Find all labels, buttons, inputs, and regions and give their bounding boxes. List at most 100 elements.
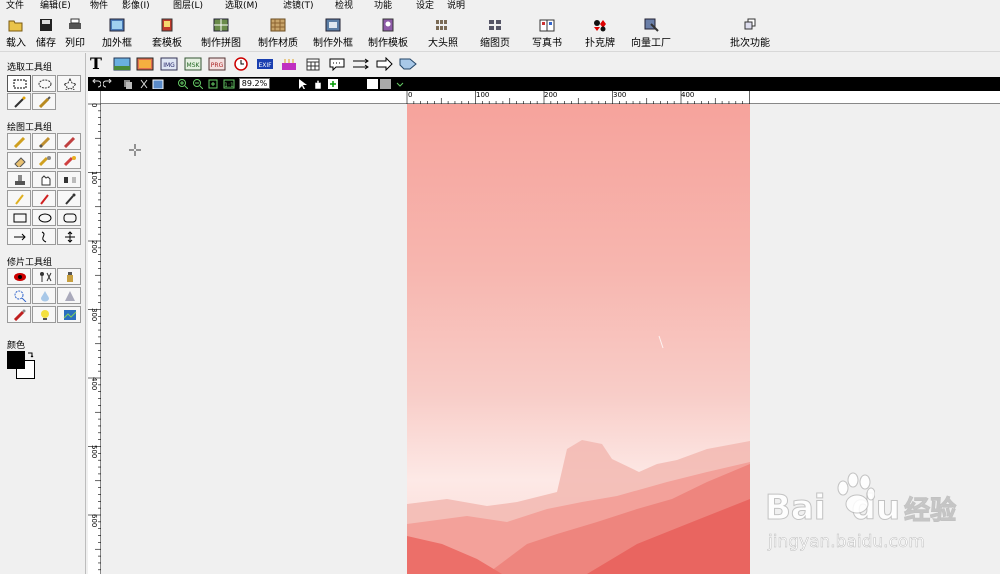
apply-template-button[interactable]: 套模板	[150, 18, 184, 49]
red-pen-tool[interactable]	[32, 190, 56, 207]
hand-smudge-tool[interactable]	[32, 171, 56, 188]
ellipse-select-tool[interactable]	[32, 75, 56, 92]
crosshair-cursor-icon	[129, 144, 141, 156]
brush-tool[interactable]	[32, 133, 56, 150]
dropdown-arrow-icon[interactable]	[395, 79, 405, 89]
zoom-out-icon[interactable]	[193, 79, 203, 89]
save-label: 储存	[36, 38, 56, 49]
undo-icon[interactable]	[91, 79, 101, 89]
img-button[interactable]: IMG	[160, 57, 178, 73]
makeup-brush-tool[interactable]	[7, 306, 31, 323]
fit-window-icon[interactable]	[208, 79, 218, 89]
menu-select[interactable]: 选取(M)	[225, 0, 258, 13]
photo-effect-tool[interactable]	[57, 306, 81, 323]
sharpen-tool[interactable]	[57, 287, 81, 304]
clock-button[interactable]	[232, 57, 250, 73]
curve-tool[interactable]	[32, 228, 56, 245]
copy-icon[interactable]	[123, 79, 133, 89]
menu-object[interactable]: 物件	[90, 0, 108, 13]
gray-swatch[interactable]	[380, 79, 391, 89]
airbrush-tool[interactable]	[57, 133, 81, 150]
bottle-icon	[67, 272, 73, 282]
draw-group-title: 绘图工具组	[7, 123, 53, 133]
cake-button[interactable]	[280, 57, 298, 73]
color-brush-tool[interactable]	[57, 152, 81, 169]
menu-image[interactable]: 影像(I)	[122, 0, 150, 13]
ellipse-tool[interactable]	[32, 209, 56, 226]
cut-icon[interactable]	[139, 79, 149, 89]
brighten-tool[interactable]	[32, 306, 56, 323]
photo-book-button[interactable]: 写真书	[530, 18, 564, 49]
redo-icon[interactable]	[103, 79, 113, 89]
white-swatch[interactable]	[367, 79, 378, 89]
image-object-button[interactable]	[113, 57, 131, 73]
thumbnail-page-button[interactable]: 缩图页	[478, 18, 512, 49]
cutout-tool[interactable]	[32, 268, 56, 285]
gradient-tool[interactable]	[57, 171, 81, 188]
make-texture-button[interactable]: 制作材质	[256, 18, 300, 49]
make-puzzle-button[interactable]: 制作拼图	[199, 18, 243, 49]
menu-edit[interactable]: 编辑(E)	[40, 0, 71, 13]
menu-help[interactable]: 说明	[447, 0, 465, 13]
move-tool[interactable]	[57, 228, 81, 245]
texture-icon	[270, 18, 286, 32]
batch-button[interactable]: 批次功能	[729, 18, 771, 49]
rectangle-tool[interactable]	[7, 209, 31, 226]
vector-factory-button[interactable]: 向量工厂	[630, 18, 672, 49]
id-photo-icon	[436, 20, 447, 30]
actual-size-icon[interactable]: 1:1	[223, 79, 235, 89]
make-template-button[interactable]: 制作模板	[366, 18, 410, 49]
svg-text:IMG: IMG	[163, 62, 175, 69]
magic-wand-tool[interactable]	[7, 93, 31, 110]
menu-file[interactable]: 文件	[6, 0, 24, 13]
poker-card-button[interactable]: 扑克牌	[583, 18, 617, 49]
speech-bubble-button[interactable]	[328, 57, 346, 73]
pencil-tool[interactable]	[7, 133, 31, 150]
swap-colors-icon[interactable]	[27, 351, 35, 359]
menu-filter[interactable]: 滤镜(T)	[283, 0, 314, 13]
rounded-rect-tool[interactable]	[57, 209, 81, 226]
airbrush-icon	[63, 136, 76, 148]
add-frame-button[interactable]: 加外框	[101, 18, 133, 49]
bottle-tool[interactable]	[57, 268, 81, 285]
water-drop-tool[interactable]	[32, 287, 56, 304]
zoom-in-icon[interactable]	[178, 79, 188, 89]
photo-object-button[interactable]	[136, 57, 154, 73]
menu-function[interactable]: 功能	[374, 0, 392, 13]
pointer-icon[interactable]	[297, 79, 307, 89]
spot-fix-tool[interactable]	[7, 287, 31, 304]
eyedropper-tool[interactable]	[57, 190, 81, 207]
eraser-tool[interactable]	[7, 152, 31, 169]
exif-button[interactable]: EXIF	[256, 57, 274, 73]
make-frame-button[interactable]: 制作外框	[311, 18, 355, 49]
menu-view[interactable]: 检视	[335, 0, 353, 13]
arrow-line-tool[interactable]	[7, 228, 31, 245]
smudge-tool[interactable]	[32, 152, 56, 169]
zoom-level-field[interactable]: 89.2%	[239, 78, 270, 89]
stamp-tool[interactable]	[7, 171, 31, 188]
watermark-cn: 经验	[904, 496, 957, 527]
load-button[interactable]: 载入	[5, 18, 27, 49]
select-brush-tool[interactable]	[32, 93, 56, 110]
id-photo-button[interactable]: 大头照	[426, 18, 460, 49]
line-arrows-button[interactable]	[352, 57, 370, 73]
tag-shape-button[interactable]	[399, 57, 417, 73]
prg-button[interactable]: PRG	[208, 57, 226, 73]
image-canvas[interactable]	[407, 104, 750, 574]
menu-settings[interactable]: 设定	[416, 0, 434, 13]
lasso-select-tool[interactable]	[57, 75, 81, 92]
print-button[interactable]: 列印	[64, 18, 86, 49]
calendar-button[interactable]	[304, 57, 322, 73]
foreground-color-swatch[interactable]	[7, 351, 25, 369]
menu-layer[interactable]: 图层(L)	[173, 0, 203, 13]
pen-tool[interactable]	[7, 190, 31, 207]
pan-hand-icon[interactable]	[312, 79, 323, 89]
red-eye-tool[interactable]	[7, 268, 31, 285]
paste-icon[interactable]	[152, 79, 164, 89]
save-button[interactable]: 储存	[35, 18, 57, 49]
add-icon[interactable]	[328, 79, 338, 89]
text-tool-button[interactable]: T	[90, 56, 108, 73]
arrow-shape-button[interactable]	[376, 56, 394, 73]
msk-button[interactable]: MSK	[184, 57, 202, 73]
rect-select-tool[interactable]	[7, 75, 31, 92]
